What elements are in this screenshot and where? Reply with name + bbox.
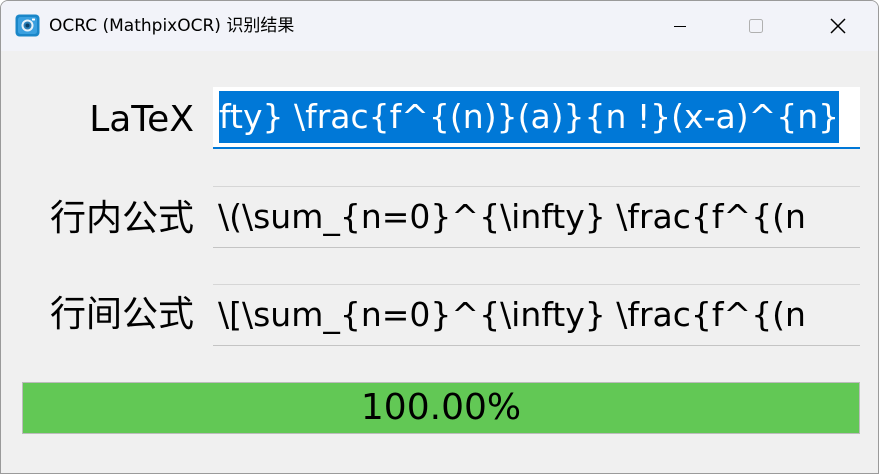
inline-formula-field[interactable]: \(\sum_{n=0}^{\infty} \frac{f^{(n: [213, 186, 860, 248]
maximize-button[interactable]: [716, 1, 796, 51]
maximize-icon: [749, 19, 763, 33]
progress-bar: 100.00%: [22, 382, 860, 434]
close-button[interactable]: [798, 1, 878, 51]
window-title: OCRC (MathpixOCR) 识别结果: [49, 16, 295, 36]
close-icon: [830, 18, 846, 34]
latex-label: LaTeX: [89, 99, 194, 140]
display-formula-value: \[\sum_{n=0}^{\infty} \frac{f^{(n: [218, 295, 806, 334]
title-bar[interactable]: OCRC (MathpixOCR) 识别结果: [1, 1, 878, 51]
latex-field[interactable]: fty} \frac{f^{(n)}(a)}{n !}(x-a)^{n}: [213, 87, 860, 149]
inline-formula-label: 行内公式: [49, 198, 194, 239]
display-formula-label: 行间公式: [49, 294, 194, 335]
display-formula-field[interactable]: \[\sum_{n=0}^{\infty} \frac{f^{(n: [213, 284, 860, 346]
minimize-icon: [674, 26, 686, 27]
content-area: LaTeX fty} \frac{f^{(n)}(a)}{n !}(x-a)^{…: [1, 51, 878, 473]
latex-field-value: fty} \frac{f^{(n)}(a)}{n !}(x-a)^{n}: [219, 91, 840, 143]
camera-app-icon: [15, 14, 40, 37]
minimize-button[interactable]: [640, 1, 720, 51]
result-window: OCRC (MathpixOCR) 识别结果 LaTeX fty} \frac{…: [0, 0, 879, 474]
inline-formula-value: \(\sum_{n=0}^{\infty} \frac{f^{(n: [218, 197, 806, 236]
progress-text: 100.00%: [360, 387, 522, 428]
